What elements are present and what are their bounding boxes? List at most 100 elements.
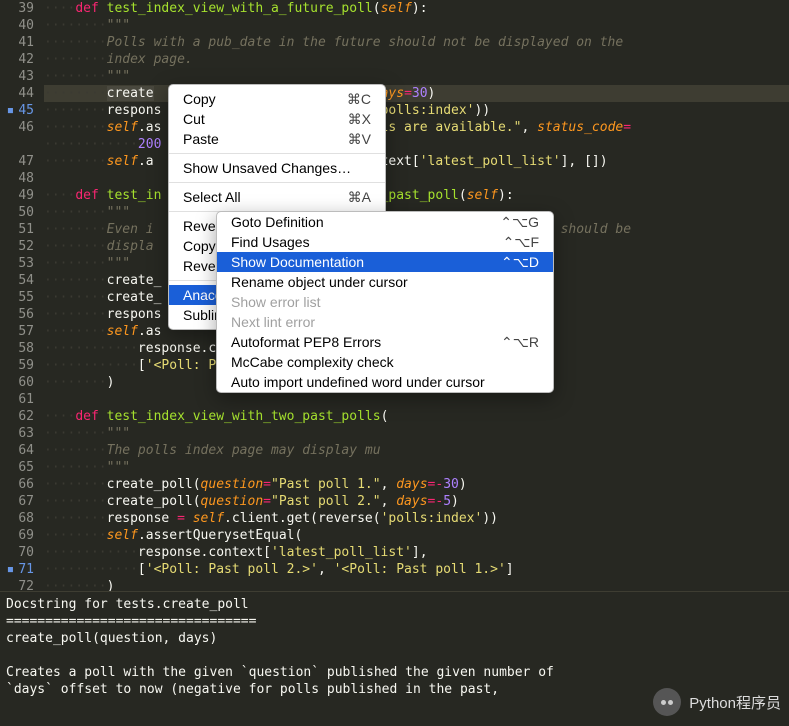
line-number: 68: [0, 510, 44, 527]
line-number: 50: [0, 204, 44, 221]
line-number: 58: [0, 340, 44, 357]
line-number: 54: [0, 272, 44, 289]
code-line[interactable]: 63········""": [0, 425, 789, 442]
submenu-item-rename-object-under-cursor[interactable]: Rename object under cursor: [217, 272, 553, 292]
code-content[interactable]: ····def test_index_view_with_two_past_po…: [44, 408, 789, 425]
line-number: 61: [0, 391, 44, 408]
code-content[interactable]: ············response.context['latest_pol…: [44, 544, 789, 561]
submenu-item-label: Find Usages: [231, 234, 310, 250]
menu-separator: [169, 153, 385, 154]
code-line[interactable]: 42········index page.: [0, 51, 789, 68]
code-line[interactable]: 46········self.as olls are available.", …: [0, 119, 789, 136]
menu-item-label: Paste: [183, 131, 219, 147]
code-line[interactable]: 43········""": [0, 68, 789, 85]
code-content[interactable]: ············['<Poll: Past poll 2.>', '<P…: [44, 561, 789, 578]
code-content[interactable]: ········The polls index page may display…: [44, 442, 789, 459]
code-line[interactable]: 44········create , days=30): [0, 85, 789, 102]
line-number: 53: [0, 255, 44, 272]
code-content[interactable]: ········""": [44, 68, 789, 85]
menu-item-cut[interactable]: Cut ⌘X: [169, 109, 385, 129]
code-content[interactable]: ········""": [44, 425, 789, 442]
code-line[interactable]: 65········""": [0, 459, 789, 476]
code-content[interactable]: ········index page.: [44, 51, 789, 68]
code-content[interactable]: ········self.assertQuerysetEqual(: [44, 527, 789, 544]
code-content[interactable]: ········create_poll(question="Past poll …: [44, 493, 789, 510]
code-line[interactable]: 41········Polls with a pub_date in the f…: [0, 34, 789, 51]
code-line[interactable]: 68········response = self.client.get(rev…: [0, 510, 789, 527]
submenu-item-label: Show Documentation: [231, 254, 364, 270]
code-content[interactable]: [44, 391, 789, 408]
code-line[interactable]: 69········self.assertQuerysetEqual(: [0, 527, 789, 544]
menu-shortcut: ⌃⌥G: [500, 214, 539, 231]
line-number: 70: [0, 544, 44, 561]
line-number: 62: [0, 408, 44, 425]
menu-item-show-unsaved-changes[interactable]: Show Unsaved Changes…: [169, 158, 385, 178]
line-number: 42: [0, 51, 44, 68]
code-line[interactable]: 49····def test_in _past_poll(self):: [0, 187, 789, 204]
code-content[interactable]: ········Polls with a pub_date in the fut…: [44, 34, 789, 51]
submenu-item-mccabe-complexity-check[interactable]: McCabe complexity check: [217, 352, 553, 372]
code-content[interactable]: ········response = self.client.get(rever…: [44, 510, 789, 527]
code-line[interactable]: 62····def test_index_view_with_two_past_…: [0, 408, 789, 425]
line-number: 40: [0, 17, 44, 34]
line-number: 57: [0, 323, 44, 340]
code-content[interactable]: ········create_poll(question="Past poll …: [44, 476, 789, 493]
code-line[interactable]: 67········create_poll(question="Past pol…: [0, 493, 789, 510]
code-line[interactable]: 40········""": [0, 17, 789, 34]
submenu-item-show-documentation[interactable]: Show Documentation⌃⌥D: [217, 252, 553, 272]
submenu-item-find-usages[interactable]: Find Usages ⌃⌥F: [217, 232, 553, 252]
menu-item-label: Cut: [183, 111, 205, 127]
code-content[interactable]: ····def test_index_view_with_a_future_po…: [44, 0, 789, 17]
code-line[interactable]: 61: [0, 391, 789, 408]
line-number: 41: [0, 34, 44, 51]
code-content[interactable]: ········create , days=30): [44, 85, 789, 102]
line-number: 63: [0, 425, 44, 442]
line-number: 64: [0, 442, 44, 459]
code-line[interactable]: ············200: [0, 136, 789, 153]
menu-item-label: Select All: [183, 189, 241, 205]
menu-item-label: Copy: [183, 91, 216, 107]
code-line[interactable]: ▪45········respons polls:index')): [0, 102, 789, 119]
watermark: Python程序员: [653, 688, 781, 716]
submenu-item-label: Rename object under cursor: [231, 274, 408, 290]
code-content[interactable]: ········self.a ontext['latest_poll_list'…: [44, 153, 789, 170]
code-content[interactable]: ········respons polls:index')): [44, 102, 789, 119]
code-content[interactable]: [44, 170, 789, 187]
code-content[interactable]: ····def test_in _past_poll(self):: [44, 187, 789, 204]
line-number: 52: [0, 238, 44, 255]
menu-shortcut: ⌘V: [348, 131, 371, 148]
submenu-item-show-error-list: Show error list: [217, 292, 553, 312]
line-number: ▪71: [0, 561, 44, 578]
submenu-item-label: Auto import undefined word under cursor: [231, 374, 485, 390]
line-number: 48: [0, 170, 44, 187]
code-line[interactable]: 66········create_poll(question="Past pol…: [0, 476, 789, 493]
submenu-item-auto-import-undefined-word-under-cursor[interactable]: Auto import undefined word under cursor: [217, 372, 553, 392]
code-line[interactable]: 48: [0, 170, 789, 187]
menu-item-copy[interactable]: Copy⌘C: [169, 89, 385, 109]
menu-shortcut: ⌘X: [348, 111, 371, 128]
code-content[interactable]: ········self.as olls are available.", st…: [44, 119, 789, 136]
line-number: 47: [0, 153, 44, 170]
context-submenu-anaconda[interactable]: Goto Definition⌃⌥GFind Usages⌃⌥FShow Doc…: [216, 211, 554, 393]
menu-shortcut: ⌃⌥F: [503, 234, 539, 251]
code-line[interactable]: 39····def test_index_view_with_a_future_…: [0, 0, 789, 17]
line-number: 55: [0, 289, 44, 306]
code-line[interactable]: ▪71············['<Poll: Past poll 2.>', …: [0, 561, 789, 578]
code-content[interactable]: ············200: [44, 136, 789, 153]
code-line[interactable]: 70············response.context['latest_p…: [0, 544, 789, 561]
submenu-item-goto-definition[interactable]: Goto Definition⌃⌥G: [217, 212, 553, 232]
line-number: ▪45: [0, 102, 44, 119]
menu-item-paste[interactable]: Paste ⌘V: [169, 129, 385, 149]
menu-item-select-all[interactable]: Select All⌘A: [169, 187, 385, 207]
submenu-item-autoformat-pep-errors[interactable]: Autoformat PEP8 Errors⌃⌥R: [217, 332, 553, 352]
submenu-item-label: Next lint error: [231, 314, 315, 330]
code-content[interactable]: ········""": [44, 459, 789, 476]
code-content[interactable]: ········""": [44, 17, 789, 34]
line-number: 65: [0, 459, 44, 476]
code-line[interactable]: 47········self.a ontext['latest_poll_lis…: [0, 153, 789, 170]
code-line[interactable]: 64········The polls index page may displ…: [0, 442, 789, 459]
line-number: 59: [0, 357, 44, 374]
menu-item-label: Show Unsaved Changes…: [183, 160, 351, 176]
line-number: 60: [0, 374, 44, 391]
line-number: [0, 136, 44, 153]
